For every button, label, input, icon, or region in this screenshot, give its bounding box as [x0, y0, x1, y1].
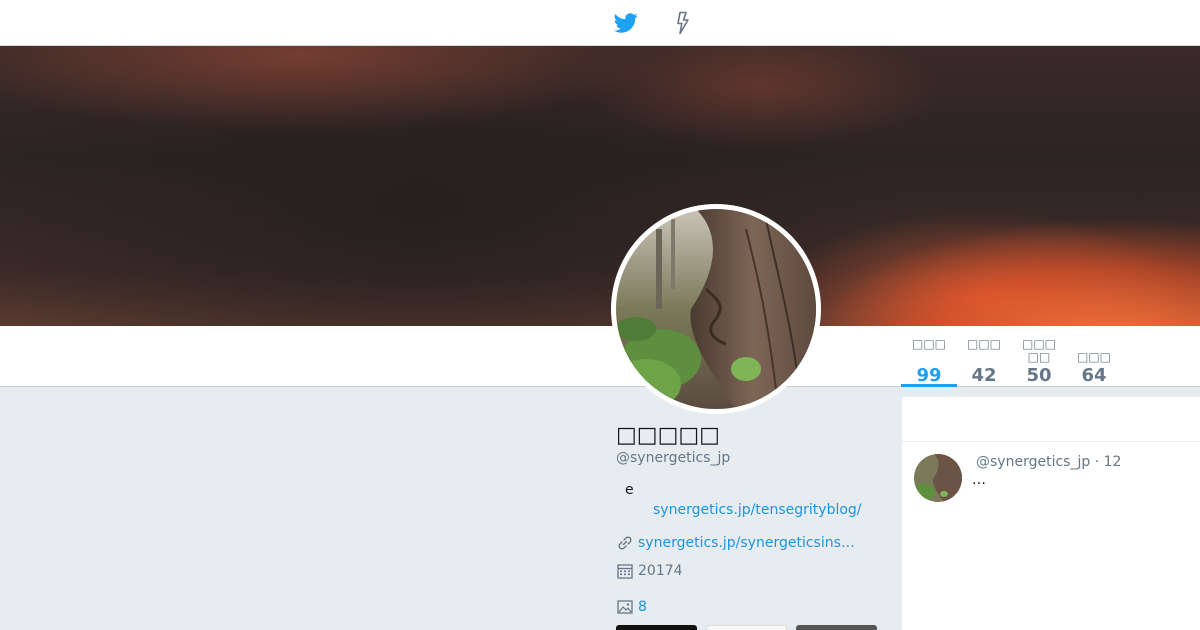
stat-value: 42 — [971, 365, 997, 386]
photo-thumbnail[interactable] — [796, 625, 877, 630]
stat-tweets[interactable]: □□□ 99 — [901, 337, 957, 387]
stat-likes[interactable]: □□□ 64 — [1066, 338, 1122, 386]
photo-thumbnails — [616, 625, 877, 630]
image-icon — [617, 600, 633, 614]
tweet-separator: · — [1094, 454, 1100, 470]
sidebar-timeline: @synergetics_jp · 12 … — [902, 397, 1200, 630]
joined-date: 20174 — [638, 563, 683, 579]
avatar-tree-image — [616, 209, 816, 409]
calendar-icon — [617, 564, 633, 579]
tweet-avatar[interactable] — [914, 454, 962, 502]
tweet-time[interactable]: 12 — [1104, 454, 1122, 470]
stat-followers[interactable]: □□□□□ 50 — [1011, 338, 1067, 386]
profile-handle: @synergetics_jp — [616, 450, 731, 466]
stat-following[interactable]: □□□ 42 — [956, 338, 1012, 386]
stat-label: □□□ — [966, 337, 1001, 351]
photos-and-videos[interactable]: 8 — [616, 598, 647, 616]
stat-label: □□□ — [911, 337, 946, 351]
stat-value: 99 — [916, 365, 942, 386]
avatar-tree-image — [914, 454, 962, 502]
lightning-icon[interactable] — [672, 11, 694, 35]
tweet-text: … — [972, 472, 986, 488]
photos-count[interactable]: 8 — [638, 599, 647, 615]
twitter-bird-icon[interactable] — [614, 11, 638, 35]
photo-thumbnail[interactable] — [706, 625, 787, 630]
profile-bio: e — [625, 482, 634, 498]
profile-banner-image — [0, 46, 1200, 326]
stat-value: 64 — [1081, 365, 1107, 386]
stat-value: 50 — [1026, 365, 1052, 386]
sidebar-header — [902, 397, 1200, 442]
profile-joined: 20174 — [616, 562, 683, 580]
tweet-handle[interactable]: @synergetics_jp — [976, 454, 1090, 470]
profile-name: □□□□□ — [616, 423, 720, 448]
stat-label: □□□ — [1076, 350, 1111, 364]
tweet-meta: @synergetics_jp · 12 — [976, 454, 1121, 470]
top-navigation-bar — [0, 0, 1200, 46]
photo-thumbnail[interactable] — [616, 625, 697, 630]
stat-label: □□□□□ — [1021, 337, 1056, 364]
link-icon — [618, 536, 632, 550]
website-link[interactable]: synergetics.jp/synergeticsins… — [638, 535, 855, 551]
profile-website[interactable]: synergetics.jp/synergeticsins… — [616, 534, 855, 552]
profile-avatar[interactable] — [611, 204, 821, 414]
bio-link[interactable]: synergetics.jp/tensegrityblog/ — [653, 502, 862, 518]
